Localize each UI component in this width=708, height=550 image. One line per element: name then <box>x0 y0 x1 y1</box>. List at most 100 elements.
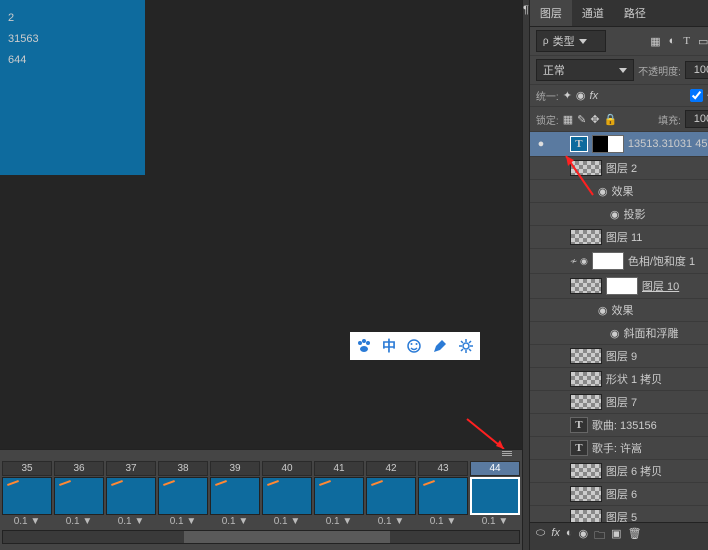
layer-name: 图层 5 <box>606 509 708 522</box>
layer-row[interactable]: 图层 6 拷贝 <box>530 460 708 483</box>
frame-thumb <box>54 477 104 515</box>
frame-duration[interactable]: 0.1 ▼ <box>158 516 208 527</box>
unify-vis-icon[interactable]: ◉ <box>576 89 586 102</box>
layer-name: 形状 1 拷贝 <box>606 371 708 387</box>
timeline-frame[interactable]: 400.1 ▼ <box>262 461 312 527</box>
unify-style-icon[interactable]: fx <box>590 90 599 102</box>
frame-duration[interactable]: 0.1 ▼ <box>418 516 468 527</box>
visibility-toggle[interactable]: ● <box>534 138 548 150</box>
frame-duration[interactable]: 0.1 ▼ <box>2 516 52 527</box>
frame-duration[interactable]: 0.1 ▼ <box>54 516 104 527</box>
frame-thumb <box>2 477 52 515</box>
layer-row[interactable]: 图层 7 <box>530 391 708 414</box>
frame-duration[interactable]: 0.1 ▼ <box>314 516 364 527</box>
group-icon[interactable]: 🗀 <box>594 527 605 546</box>
layer-row[interactable]: 图层 11 <box>530 226 708 249</box>
timeline-frame[interactable]: 360.1 ▼ <box>54 461 104 527</box>
timeline-frame[interactable]: 420.1 ▼ <box>366 461 416 527</box>
layer-row[interactable]: ◉投影 <box>530 203 708 226</box>
timeline-frame[interactable]: 38 0.1 ▼ <box>158 461 208 527</box>
lock-label: 锁定: <box>536 112 559 127</box>
filter-pixel-icon[interactable]: ▦ <box>650 35 660 48</box>
layers-bottom-bar: ⬭ fx ◐ ◉ 🗀 ▣ 🗑 <box>530 522 708 550</box>
layer-row[interactable]: 图层 2fx▾ <box>530 157 708 180</box>
frame-duration[interactable]: 0.1 ▼ <box>470 516 520 527</box>
timeline-frame[interactable]: 43 0.1 ▼ <box>418 461 468 527</box>
layer-row[interactable]: ≁ ◉色相/饱和度 1 <box>530 249 708 274</box>
timeline-frame[interactable]: 370.1 ▼ <box>106 461 156 527</box>
eye-icon[interactable]: ◉ <box>610 208 620 221</box>
timeline-frame[interactable]: 440.1 ▼ <box>470 461 520 527</box>
frame-duration[interactable]: 0.1 ▼ <box>262 516 312 527</box>
opacity-input[interactable]: 100% <box>685 61 708 79</box>
timeline-scrollbar[interactable] <box>2 530 520 544</box>
timeline-frame[interactable]: 390.1 ▼ <box>210 461 260 527</box>
tab-paths[interactable]: 路径 <box>614 0 656 26</box>
ime-toolbar[interactable]: 中 <box>350 332 480 360</box>
layer-row[interactable]: 图层 6 <box>530 483 708 506</box>
gear-icon[interactable] <box>458 338 474 354</box>
lock-trans-icon[interactable]: ▦ <box>563 113 573 126</box>
trash-icon[interactable]: 🗑 <box>628 527 642 546</box>
frame-thumb <box>158 477 208 515</box>
lock-pos-icon[interactable]: ✥ <box>590 113 599 126</box>
layer-thumb <box>570 371 602 387</box>
propagate-checkbox[interactable] <box>690 89 703 102</box>
panel-gutter: ¶ <box>522 0 529 550</box>
filter-type-icon[interactable]: T <box>683 35 690 47</box>
fx-icon[interactable]: fx <box>551 527 560 546</box>
layer-row[interactable]: 形状 1 拷贝 <box>530 368 708 391</box>
chevron-down-icon <box>579 39 587 44</box>
unify-pos-icon[interactable]: ✦ <box>563 89 572 102</box>
mask-icon[interactable]: ◐ <box>566 527 573 546</box>
layer-row[interactable]: T歌手: 许嵩 <box>530 437 708 460</box>
eye-icon[interactable]: ◉ <box>610 327 620 340</box>
layer-name: 歌手: 许嵩 <box>592 440 708 456</box>
filter-type-select[interactable]: ρ 类型 <box>536 30 606 52</box>
frame-number: 43 <box>418 461 468 476</box>
layer-row[interactable]: ●T13513.31031 4513... <box>530 132 708 157</box>
pencil-icon[interactable] <box>432 338 448 354</box>
filter-shape-icon[interactable]: ▭ <box>698 35 708 48</box>
layer-row[interactable]: ◉ 斜面和浮雕 <box>530 322 708 345</box>
canvas-area[interactable]: 2 31563 644 中 <box>0 0 522 449</box>
blend-mode-select[interactable]: 正常 <box>536 59 634 81</box>
frame-duration[interactable]: 0.1 ▼ <box>106 516 156 527</box>
opacity-label: 不透明度: <box>638 63 681 78</box>
frame-thumb <box>366 477 416 515</box>
eye-icon[interactable]: ◉ <box>598 304 608 317</box>
fill-input[interactable]: 100% <box>685 110 708 128</box>
layers-panel: 图层 通道 路径 ρ 类型 ▦ ◐ T ▭ ◧ 正常 不透明度: 100% 统一… <box>529 0 708 550</box>
smiley-icon[interactable] <box>406 338 422 354</box>
layer-row[interactable]: 图层 9 <box>530 345 708 368</box>
canvas-text: 31563 <box>8 29 137 50</box>
timeline-frame[interactable]: 410.1 ▼ <box>314 461 364 527</box>
layer-thumb <box>570 463 602 479</box>
text-cn-icon[interactable]: 中 <box>382 336 396 356</box>
timeline-frame[interactable]: 350.1 ▼ <box>2 461 52 527</box>
new-icon[interactable]: ▣ <box>611 527 621 546</box>
lock-all-icon[interactable]: 🔒 <box>604 113 618 126</box>
paw-icon[interactable] <box>356 338 372 354</box>
tab-channels[interactable]: 通道 <box>572 0 614 26</box>
layer-row[interactable]: ◉效果 <box>530 180 708 203</box>
layer-row[interactable]: T歌曲: 135156 <box>530 414 708 437</box>
layer-row[interactable]: 图层 10fx▾ <box>530 274 708 299</box>
filter-adjust-icon[interactable]: ◐ <box>669 35 676 47</box>
frame-number: 38 <box>158 461 208 476</box>
tab-layers[interactable]: 图层 <box>530 0 572 26</box>
timeline-menu-icon[interactable] <box>502 451 512 457</box>
frame-thumb <box>314 477 364 515</box>
frame-duration[interactable]: 0.1 ▼ <box>210 516 260 527</box>
frame-thumb <box>262 477 312 515</box>
layer-row[interactable]: 图层 5 <box>530 506 708 522</box>
frame-duration[interactable]: 0.1 ▼ <box>366 516 416 527</box>
link-icon[interactable]: ⬭ <box>536 527 545 546</box>
scrollbar-thumb[interactable] <box>184 531 390 543</box>
lock-paint-icon[interactable]: ✎ <box>577 113 586 126</box>
adjust-icon[interactable]: ◉ <box>579 527 589 546</box>
eye-icon[interactable]: ◉ <box>598 185 608 198</box>
layer-row[interactable]: ◉效果 <box>530 299 708 322</box>
layers-list: ●T13513.31031 4513...图层 2fx▾◉效果◉投影图层 11≁… <box>530 132 708 522</box>
layer-name: 斜面和浮雕 <box>624 325 708 341</box>
